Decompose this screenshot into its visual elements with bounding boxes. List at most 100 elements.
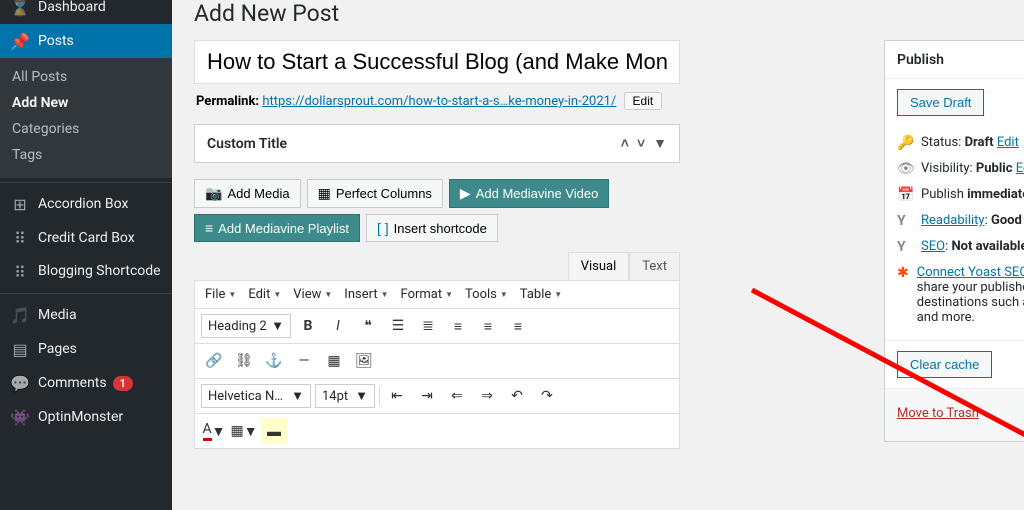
- main-content: Add New Post Permalink: https://dollarsp…: [172, 0, 1024, 503]
- accordion-icon: ⊞: [10, 194, 30, 214]
- sidebar-label: Blogging Shortcode: [38, 262, 161, 280]
- playlist-icon: ≡: [205, 220, 213, 236]
- comments-count-badge: 1: [113, 376, 133, 391]
- permalink-base[interactable]: https://dollarsprout.com/: [262, 94, 408, 109]
- menu-format[interactable]: Format▼: [397, 285, 458, 304]
- page-title: Add New Post: [184, 0, 1012, 37]
- permalink-slug[interactable]: how-to-start-a-s…ke-money-in-2021/: [409, 94, 617, 109]
- sidebar-item-dashboard[interactable]: ⌛ Dashboard: [0, 0, 172, 24]
- sidebar-item-pages[interactable]: ▤ Pages: [0, 332, 172, 366]
- sidebar-label: Posts: [38, 33, 74, 49]
- redo-button[interactable]: ↷: [534, 383, 560, 409]
- menu-view[interactable]: View▼: [289, 285, 336, 304]
- visibility-text: Visibility: Public Edit: [921, 161, 1024, 176]
- text-color-button[interactable]: A▼: [201, 418, 227, 444]
- sidebar-item-optinmonster[interactable]: 👾 OptinMonster: [0, 400, 172, 434]
- pages-icon: ▤: [10, 339, 30, 359]
- toolbar-toggle-button[interactable]: ▦: [321, 348, 347, 374]
- anchor-button[interactable]: ⚓: [261, 348, 287, 374]
- metabox-toggles[interactable]: ˄ ˅ ▼: [621, 135, 667, 152]
- perfect-columns-button[interactable]: ▦Perfect Columns: [307, 179, 443, 208]
- admin-sidebar: ⌛ Dashboard 📌 Posts All Posts Add New Ca…: [0, 0, 172, 510]
- sidebar-item-accordion[interactable]: ⊞ Accordion Box: [0, 187, 172, 221]
- add-media-button[interactable]: 📷Add Media: [194, 179, 301, 208]
- shortcode-icon: ⠿: [10, 262, 30, 282]
- menu-edit[interactable]: Edit▼: [244, 285, 285, 304]
- bullet-list-button[interactable]: ☰: [385, 313, 411, 339]
- readability-text: Readability: Good: [921, 213, 1022, 228]
- indent-left-button[interactable]: ⇤: [384, 383, 410, 409]
- font-family-select[interactable]: Helvetica N…▼: [201, 384, 311, 408]
- add-mediavine-playlist-button[interactable]: ≡Add Mediavine Playlist: [194, 214, 360, 242]
- indent-right-button[interactable]: ⇥: [414, 383, 440, 409]
- image-button[interactable]: 🖼: [351, 348, 377, 374]
- font-size-select[interactable]: 14pt▼: [315, 384, 375, 408]
- menu-insert[interactable]: Insert▼: [340, 285, 392, 304]
- sidebar-label: Credit Card Box: [38, 230, 135, 246]
- custom-title-metabox: Custom Title ˄ ˅ ▼: [194, 124, 680, 163]
- chevron-up-icon[interactable]: ˄: [621, 135, 629, 152]
- sidebar-item-comments[interactable]: 💬 Comments 1: [0, 366, 172, 400]
- align-center-button[interactable]: ≡: [475, 313, 501, 339]
- blockquote-button[interactable]: ❝: [355, 313, 381, 339]
- tab-visual[interactable]: Visual: [568, 252, 630, 280]
- save-draft-button[interactable]: Save Draft: [897, 89, 984, 116]
- sidebar-label: Accordion Box: [38, 196, 128, 212]
- italic-button[interactable]: I: [325, 313, 351, 339]
- align-right-button[interactable]: ≡: [505, 313, 531, 339]
- table-button[interactable]: ▦▼: [231, 418, 257, 444]
- submenu-add-new[interactable]: Add New: [0, 90, 172, 116]
- editor-toolbar-4: A▼ ▦▼ ▬: [195, 414, 679, 448]
- caret-down-icon: ▼: [291, 388, 304, 404]
- numbered-list-button[interactable]: ≣: [415, 313, 441, 339]
- sidebar-label: Comments: [38, 375, 107, 391]
- editor-tabs: Visual Text: [194, 252, 680, 280]
- zapier-text: Connect Yoast SEO with Zapier to instant…: [917, 265, 1024, 325]
- heading-select[interactable]: Heading 2▼: [201, 314, 291, 338]
- highlight-button[interactable]: ▬: [261, 418, 287, 444]
- submenu-categories[interactable]: Categories: [0, 116, 172, 142]
- brackets-icon: [ ]: [377, 220, 389, 236]
- sidebar-item-creditcard[interactable]: ⠿ Credit Card Box: [0, 221, 172, 255]
- caret-down-icon: ▼: [355, 388, 368, 404]
- outdent-button[interactable]: ⇐: [444, 383, 470, 409]
- clear-cache-button[interactable]: Clear cache: [897, 351, 992, 378]
- bold-button[interactable]: B: [295, 313, 321, 339]
- insert-more-button[interactable]: —: [291, 348, 317, 374]
- insert-shortcode-button[interactable]: [ ]Insert shortcode: [366, 214, 498, 242]
- sidebar-item-posts[interactable]: 📌 Posts: [0, 24, 172, 58]
- edit-status-link[interactable]: Edit: [997, 135, 1019, 150]
- align-left-button[interactable]: ≡: [445, 313, 471, 339]
- tab-text[interactable]: Text: [629, 252, 680, 280]
- editor-toolbar-1: Heading 2▼ B I ❝ ☰ ≣ ≡ ≡ ≡: [195, 309, 679, 344]
- optinmonster-icon: 👾: [10, 407, 30, 427]
- sidebar-item-media[interactable]: 🎵 Media: [0, 298, 172, 332]
- undo-button[interactable]: ↶: [504, 383, 530, 409]
- eye-icon: 👁: [897, 161, 913, 177]
- caret-down-icon[interactable]: ▼: [653, 135, 667, 152]
- post-title-input[interactable]: [194, 40, 680, 84]
- move-to-trash-link[interactable]: Move to Trash: [897, 406, 979, 421]
- link-button[interactable]: 🔗: [201, 348, 227, 374]
- yoast-seo-icon: Y: [897, 239, 913, 255]
- columns-icon: ▦: [318, 185, 331, 202]
- submenu-tags[interactable]: Tags: [0, 142, 172, 168]
- indent-button[interactable]: ⇒: [474, 383, 500, 409]
- edit-visibility-link[interactable]: Edit: [1016, 161, 1024, 176]
- zapier-link[interactable]: Connect Yoast SEO with Zapier: [917, 265, 1024, 280]
- menu-table[interactable]: Table▼: [516, 285, 566, 304]
- metabox-title: Custom Title: [207, 136, 287, 152]
- menu-tools[interactable]: Tools▼: [461, 285, 512, 304]
- edit-permalink-button[interactable]: Edit: [624, 92, 663, 110]
- unlink-button[interactable]: ⛓: [231, 348, 257, 374]
- chevron-down-icon[interactable]: ˅: [637, 135, 645, 152]
- zapier-icon: ✱: [897, 265, 909, 281]
- menu-file[interactable]: File▼: [201, 285, 240, 304]
- submenu-all-posts[interactable]: All Posts: [0, 64, 172, 90]
- editor-column: Permalink: https://dollarsprout.com/how-…: [194, 40, 680, 449]
- add-mediavine-video-button[interactable]: ▶Add Mediavine Video: [449, 179, 609, 208]
- calendar-icon: 📅: [897, 187, 913, 203]
- media-buttons-row: 📷Add Media ▦Perfect Columns ▶Add Mediavi…: [194, 179, 680, 242]
- dashboard-icon: ⌛: [10, 0, 30, 17]
- sidebar-item-shortcode[interactable]: ⠿ Blogging Shortcode: [0, 255, 172, 289]
